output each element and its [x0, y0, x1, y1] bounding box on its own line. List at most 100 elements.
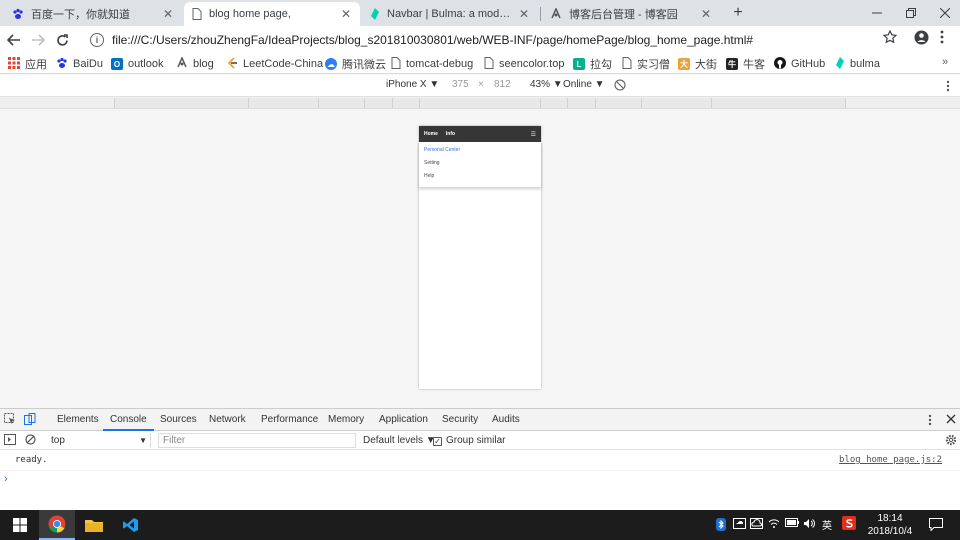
tab-performance[interactable]: Performance — [261, 414, 318, 425]
inspect-element-icon[interactable] — [4, 413, 16, 428]
reload-icon[interactable] — [52, 30, 72, 50]
restore-icon[interactable] — [894, 0, 928, 26]
close-tab-icon[interactable]: ✕ — [700, 7, 712, 21]
throttle-select[interactable]: Online ▼ — [563, 79, 605, 90]
cnblogs-icon — [550, 8, 562, 20]
tab-memory[interactable]: Memory — [328, 414, 364, 425]
bookmark-label: tomcat-debug — [406, 58, 474, 70]
wifi-icon[interactable] — [768, 518, 780, 532]
device-height-input[interactable]: 812 — [494, 79, 511, 90]
device-toggle-icon[interactable] — [24, 413, 36, 428]
console-prompt[interactable]: › — [4, 473, 8, 485]
bulma-icon — [835, 56, 845, 72]
input-method-indicator[interactable]: 英 — [822, 517, 832, 532]
tab-audits[interactable]: Audits — [492, 414, 520, 425]
outlook-icon: O — [111, 58, 123, 70]
media-query-ruler[interactable] — [0, 97, 960, 109]
console-settings-gear-icon[interactable] — [945, 434, 957, 449]
file-explorer-icon[interactable] — [76, 510, 112, 540]
bookmark-label: blog — [193, 58, 214, 70]
sogou-ime-icon[interactable] — [842, 516, 856, 533]
navbar-item-home[interactable]: Home — [424, 131, 438, 137]
tab-blog-home[interactable]: blog home page, ✕ — [184, 2, 360, 26]
bookmark-shixiseng[interactable]: 实习僧 — [622, 56, 670, 72]
new-tab-button[interactable]: + — [728, 3, 748, 23]
close-window-icon[interactable] — [928, 0, 960, 26]
tab-baidu[interactable]: 百度一下，你就知道 ✕ — [4, 2, 182, 26]
dajie-icon: 大 — [678, 58, 690, 70]
taskbar-clock[interactable]: 18:14 2018/10/4 — [862, 512, 918, 538]
action-center-icon[interactable] — [929, 518, 943, 534]
clock-time: 18:14 — [877, 513, 903, 524]
baidu-paw-icon — [56, 57, 68, 72]
tab-elements[interactable]: Elements — [57, 414, 99, 425]
vscode-icon[interactable] — [113, 510, 149, 540]
bookmark-bulma[interactable]: bulma — [835, 56, 880, 72]
close-tab-icon[interactable]: ✕ — [340, 7, 352, 21]
bookmark-tomcat-debug[interactable]: tomcat-debug — [391, 56, 473, 72]
log-levels-select[interactable]: Default levels ▼ — [363, 435, 436, 446]
bluetooth-icon[interactable] — [716, 518, 726, 534]
tab-bulma-navbar[interactable]: Navbar | Bulma: a modern CSS ✕ — [362, 2, 538, 26]
bookmark-outlook[interactable]: O outlook — [111, 56, 163, 72]
close-tab-icon[interactable]: ✕ — [162, 7, 174, 21]
tab-security[interactable]: Security — [442, 414, 478, 425]
tab-console[interactable]: Console — [110, 414, 147, 425]
bookmark-weiyun[interactable]: ☁ 腾讯微云 — [325, 56, 386, 72]
bookmark-leetcode[interactable]: LeetCode-China — [226, 56, 323, 72]
tab-network[interactable]: Network — [209, 414, 246, 425]
account-icon[interactable] — [914, 30, 929, 48]
address-bar[interactable]: i file:///C:/Users/zhouZhengFa/IdeaProje… — [82, 30, 910, 50]
bookmark-label: 应用 — [25, 59, 47, 71]
info-icon[interactable]: i — [90, 33, 104, 47]
menu-item-personal-center[interactable]: Personal Center — [424, 147, 460, 153]
battery-icon[interactable] — [785, 518, 799, 530]
tab-sources[interactable]: Sources — [160, 414, 197, 425]
group-similar-toggle[interactable]: ✓ Group similar — [433, 435, 505, 446]
forward-arrow-icon[interactable] — [28, 30, 48, 50]
chevron-down-icon: ▼ — [139, 436, 147, 445]
bookmarks-overflow-button[interactable]: » — [942, 56, 948, 68]
console-log-source-link[interactable]: blog_home_page.js:2 — [839, 455, 942, 465]
device-width-input[interactable]: 375 — [452, 79, 469, 90]
console-sidebar-icon[interactable] — [4, 434, 16, 448]
bookmark-baidu[interactable]: BaiDu — [56, 56, 103, 72]
volume-icon[interactable] — [803, 518, 815, 532]
hamburger-menu-icon[interactable]: ☰ — [531, 131, 536, 138]
device-more-icon[interactable] — [946, 80, 950, 95]
clear-console-icon[interactable] — [25, 434, 36, 448]
bookmark-dajie[interactable]: 大 大街 — [678, 56, 717, 72]
nowcoder-icon: 牛 — [726, 58, 738, 70]
chrome-menu-icon[interactable] — [940, 30, 944, 47]
bookmark-lagou[interactable]: L 拉勾 — [573, 56, 612, 72]
tab-application[interactable]: Application — [379, 414, 428, 425]
rotate-icon[interactable] — [614, 79, 626, 94]
back-arrow-icon[interactable] — [4, 30, 24, 50]
bookmark-label: BaiDu — [73, 58, 103, 70]
devtools-menu-icon[interactable] — [928, 414, 932, 429]
close-devtools-icon[interactable] — [946, 414, 956, 427]
menu-item-setting[interactable]: Setting — [424, 160, 440, 166]
bookmark-nowcoder[interactable]: 牛 牛客 — [726, 56, 765, 72]
cloud-sync-icon[interactable] — [750, 518, 763, 532]
navbar-item-info[interactable]: Info — [446, 131, 455, 137]
bookmark-blog[interactable]: blog — [176, 55, 214, 72]
bookmark-label: 牛客 — [743, 59, 765, 71]
zoom-select[interactable]: 43% ▼ — [530, 79, 563, 90]
windows-start-icon[interactable] — [2, 510, 38, 540]
bookmark-apps[interactable]: 应用 — [8, 56, 47, 72]
bookmark-github[interactable]: GitHub — [774, 56, 825, 72]
close-tab-icon[interactable]: ✕ — [518, 7, 530, 21]
tab-title: Navbar | Bulma: a modern CSS — [387, 8, 511, 20]
tab-cnblogs-admin[interactable]: 博客后台管理 - 博客园 ✕ — [542, 2, 720, 26]
menu-item-help[interactable]: Help — [424, 173, 434, 179]
chrome-taskbar-icon[interactable] — [39, 510, 75, 540]
star-icon[interactable] — [882, 29, 898, 47]
bookmark-seencolor[interactable]: seencolor.top — [484, 56, 564, 72]
onedrive-icon[interactable] — [733, 518, 746, 532]
minimize-icon[interactable] — [860, 0, 894, 26]
device-select[interactable]: iPhone X ▼ — [386, 79, 439, 90]
apps-grid-icon — [8, 56, 20, 72]
console-filter-input[interactable] — [158, 433, 356, 448]
context-select[interactable]: top ▼ — [46, 433, 151, 448]
